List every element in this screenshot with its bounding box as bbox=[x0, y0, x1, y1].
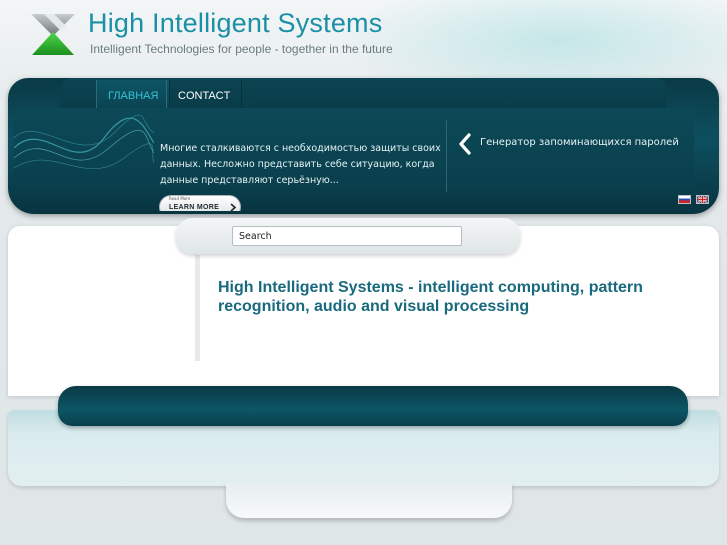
banner-text: Многие сталкиваются с необходимостью защ… bbox=[160, 143, 441, 186]
learn-more-wrapper: Read More LEARN MORE bbox=[159, 193, 243, 211]
search-input[interactable] bbox=[232, 226, 462, 246]
chevron-right-icon bbox=[230, 203, 236, 211]
learn-more-small-text: Read More bbox=[169, 196, 191, 201]
flag-russia-icon[interactable] bbox=[678, 195, 691, 204]
triangle-logo-icon[interactable] bbox=[30, 12, 76, 56]
nav-item-contact[interactable]: CONTACT bbox=[166, 80, 243, 110]
banner-divider bbox=[446, 120, 447, 192]
flag-uk-icon[interactable] bbox=[696, 195, 709, 204]
footer-band bbox=[58, 386, 688, 426]
learn-more-label: LEARN MORE bbox=[169, 204, 220, 211]
site-title[interactable]: High Intelligent Systems bbox=[88, 8, 382, 39]
page-heading: High Intelligent Systems - intelligent c… bbox=[218, 279, 643, 315]
content-accent-bar bbox=[195, 255, 200, 361]
chevron-left-icon[interactable] bbox=[458, 133, 472, 155]
learn-more-button[interactable]: Read More LEARN MORE bbox=[159, 195, 241, 211]
wave-graphic bbox=[14, 114, 154, 169]
nav-item-home[interactable]: ГЛАВНАЯ bbox=[96, 80, 171, 110]
banner-link[interactable]: Генератор запоминающихся паролей bbox=[480, 137, 679, 148]
footer-ledge bbox=[226, 482, 512, 518]
site-slogan: Intelligent Technologies for people - to… bbox=[90, 42, 393, 56]
